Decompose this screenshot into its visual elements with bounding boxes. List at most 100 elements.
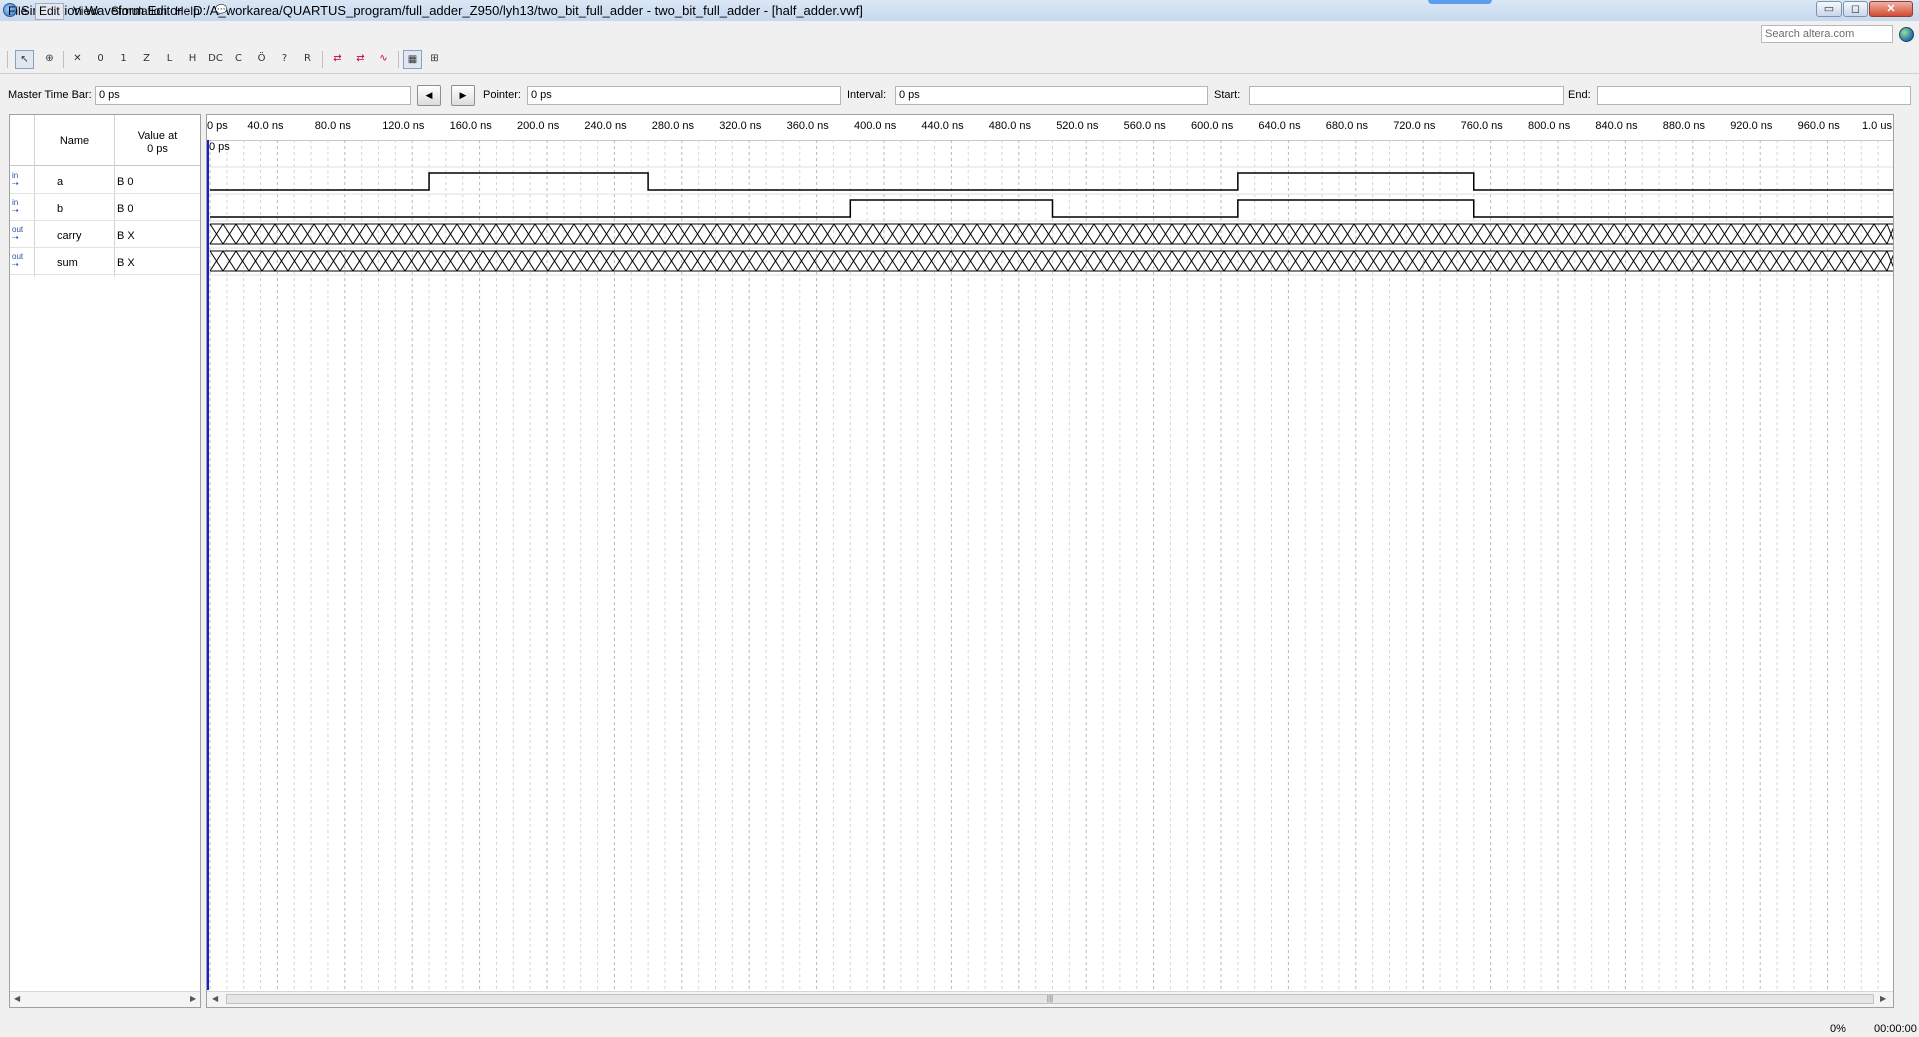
progress-status: 0% — [1830, 1023, 1846, 1035]
output-pin-icon: out ⇢ — [12, 252, 24, 269]
menu-file[interactable]: File — [5, 4, 30, 19]
time-ruler-label: 800.0 ns — [1528, 120, 1571, 132]
signal-name: b — [57, 203, 64, 215]
forcing-high-icon[interactable]: 1 — [114, 50, 133, 69]
time-ruler-label: 240.0 ns — [584, 120, 627, 132]
signal-name: sum — [57, 257, 78, 269]
search-input[interactable]: Search altera.com — [1761, 25, 1893, 43]
signal-row-sum[interactable] — [10, 248, 200, 275]
time-ruler-label: 560.0 ns — [1123, 120, 1166, 132]
forcing-unknown-icon[interactable]: ✕ — [68, 50, 87, 69]
time-ruler-label: 880.0 ns — [1662, 120, 1705, 132]
arbitrary-value-icon[interactable]: ? — [275, 50, 294, 69]
signal-row-b[interactable] — [10, 194, 200, 221]
signal-row-carry[interactable] — [10, 221, 200, 248]
time-ruler-label: 480.0 ns — [988, 120, 1031, 132]
snap-to-grid-icon[interactable]: ▦ — [403, 50, 422, 69]
menu-help[interactable]: Help — [172, 4, 203, 19]
signal-value: B X — [117, 257, 135, 269]
time-ruler-label: 80.0 ns — [314, 120, 351, 132]
pointer-label: Pointer: — [483, 89, 521, 101]
random-value-icon[interactable]: R — [298, 50, 317, 69]
scroll-right-arrow[interactable]: ▶ — [1880, 994, 1886, 1003]
previous-transition-button[interactable]: ◀ — [417, 85, 441, 106]
value-column-header-line1: Value at — [137, 130, 178, 142]
run-timing-simulation-icon[interactable]: ⇄ — [351, 50, 370, 69]
scroll-right-arrow[interactable]: ▶ — [190, 994, 196, 1003]
time-ruler-label: 760.0 ns — [1460, 120, 1503, 132]
time-ruler-label: 120.0 ns — [382, 120, 425, 132]
signal-value: B 0 — [117, 176, 134, 188]
maximize-button[interactable]: ◻ — [1843, 1, 1868, 17]
signal-list-hscrollbar[interactable] — [10, 991, 200, 1007]
interval-field[interactable]: 0 ps — [895, 86, 1208, 105]
signal-value: B 0 — [117, 203, 134, 215]
time-ruler-label: 200.0 ns — [517, 120, 560, 132]
menu-edit[interactable]: Edit — [35, 3, 64, 20]
signal-name: a — [57, 176, 64, 188]
menu-bar — [0, 21, 1919, 45]
forcing-low-icon[interactable]: 0 — [91, 50, 110, 69]
time-ruler-label: 400.0 ns — [854, 120, 897, 132]
run-functional-simulation-icon[interactable]: ⇄ — [328, 50, 347, 69]
time-ruler-label: 840.0 ns — [1595, 120, 1638, 132]
time-ruler-label: 0 ps — [207, 120, 228, 132]
menu-simulation[interactable]: Simulation — [108, 4, 170, 19]
start-field[interactable] — [1249, 86, 1564, 105]
cursor-time-label: 0 ps — [209, 141, 230, 153]
scroll-left-arrow[interactable]: ◀ — [212, 994, 218, 1003]
time-grid — [209, 140, 1879, 990]
time-ruler-label: 600.0 ns — [1191, 120, 1234, 132]
toolbar-grip — [7, 51, 8, 68]
time-ruler-label: 640.0 ns — [1258, 120, 1301, 132]
time-ruler-label: 320.0 ns — [719, 120, 762, 132]
signal-name: carry — [57, 230, 82, 242]
time-ruler-label: 920.0 ns — [1730, 120, 1773, 132]
time-ruler-label: 520.0 ns — [1056, 120, 1099, 132]
minimize-button[interactable]: ▭ — [1816, 1, 1842, 17]
menu-view[interactable]: View — [70, 4, 102, 19]
input-pin-icon: in ⇢ — [12, 198, 19, 215]
waveform-a — [210, 172, 1893, 191]
elapsed-time-status: 00:00:00 — [1874, 1023, 1917, 1035]
globe-icon[interactable] — [1899, 27, 1914, 42]
input-pin-icon: in ⇢ — [12, 171, 19, 188]
count-value-icon[interactable]: Ö — [252, 50, 271, 69]
start-label: Start: — [1214, 89, 1241, 101]
zoom-tool-icon[interactable]: ⊕ — [40, 50, 59, 69]
end-label: End: — [1568, 89, 1591, 101]
sort-icon[interactable]: ⊞ — [425, 50, 444, 69]
interval-label: Interval: — [847, 89, 887, 101]
master-time-bar-field[interactable]: 0 ps — [95, 86, 411, 105]
end-field[interactable] — [1597, 86, 1911, 105]
weak-low-icon[interactable]: L — [160, 50, 179, 69]
waveform-carry — [209, 223, 1893, 245]
waveform-canvas[interactable] — [207, 140, 1893, 990]
dont-care-icon[interactable]: DC — [206, 50, 225, 69]
next-transition-button[interactable]: ▶ — [451, 85, 475, 106]
scroll-left-arrow[interactable]: ◀ — [14, 994, 20, 1003]
name-column-header[interactable]: Name — [35, 135, 114, 148]
time-ruler-label: 280.0 ns — [651, 120, 694, 132]
toolbar-separator — [322, 51, 323, 68]
clock-icon[interactable]: C — [229, 50, 248, 69]
value-column-header-line2: 0 ps — [147, 143, 168, 155]
time-ruler-label: 360.0 ns — [786, 120, 829, 132]
time-ruler-label: 440.0 ns — [921, 120, 964, 132]
toolbar-separator — [398, 51, 399, 68]
title-bar-accent — [1428, 0, 1492, 4]
time-ruler-label: 960.0 ns — [1797, 120, 1840, 132]
weak-high-icon[interactable]: H — [183, 50, 202, 69]
scroll-thumb[interactable]: ||| — [226, 994, 1874, 1004]
time-ruler-label: 160.0 ns — [449, 120, 492, 132]
time-ruler-label: 1.0 us — [1862, 120, 1892, 132]
pointer-field[interactable]: 0 ps — [527, 86, 841, 105]
help-chat-icon[interactable]: 💬 — [212, 3, 230, 18]
close-button[interactable]: ✕ — [1869, 1, 1913, 17]
toolbar-separator — [63, 51, 64, 68]
selection-tool-icon[interactable]: ↖ — [15, 50, 34, 69]
time-ruler-label: 40.0 ns — [247, 120, 284, 132]
high-impedance-icon[interactable]: Z — [137, 50, 156, 69]
signal-row-a[interactable] — [10, 167, 200, 194]
run-timing-netlist-icon[interactable]: ∿ — [374, 50, 393, 69]
